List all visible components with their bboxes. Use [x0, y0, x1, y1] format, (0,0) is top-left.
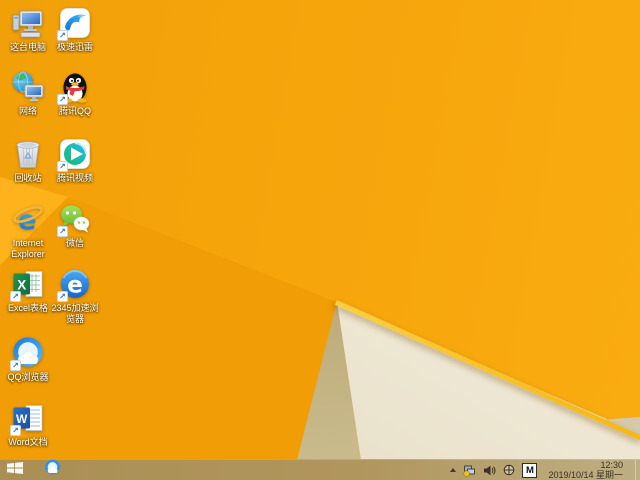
crosshair-tray-icon[interactable]: [503, 464, 515, 476]
qq-browser-icon: ↗: [10, 336, 45, 371]
svg-text:e: e: [67, 273, 83, 299]
system-tray: M 12:30 2019/10/14 星期一: [450, 460, 640, 480]
desktop-icon-word[interactable]: W ↗ Word文档: [5, 401, 51, 448]
excel-icon: X ↗: [10, 267, 45, 302]
volume-icon[interactable]: [483, 464, 496, 477]
network-icon: [11, 70, 45, 104]
desktop-icon-label: QQ浏览器: [7, 372, 49, 382]
desktop-icon-qq-browser[interactable]: ↗ QQ浏览器: [5, 336, 51, 383]
shortcut-arrow-icon: ↗: [57, 94, 68, 105]
windows-logo-icon: [7, 461, 23, 479]
desktop-screen: 这台电脑 ↗ 极速迅雷 网络 ↗ 腾讯QQ 回收站 ↗ 腾讯视频 e Inter…: [0, 0, 640, 480]
start-button[interactable]: [0, 460, 30, 480]
shortcut-arrow-icon: ↗: [10, 291, 21, 302]
desktop-icon-label: Word文档: [8, 437, 48, 447]
desktop-icon-label: 网络: [18, 106, 37, 116]
word-icon: W ↗: [10, 401, 45, 436]
recycle-bin-icon: [11, 137, 45, 171]
wechat-icon: ↗: [57, 202, 92, 237]
desktop-icon-tencent-video[interactable]: ↗ 腾讯视频: [52, 137, 98, 184]
qq-penguin-icon: ↗: [57, 70, 92, 105]
desktop-icon-label: 微信: [65, 238, 84, 248]
desktop-icon-label: 腾讯视频: [56, 173, 93, 183]
clock-date: 2019/10/14 星期一: [548, 470, 623, 480]
show-hidden-icons-arrow[interactable]: [450, 468, 457, 472]
internet-explorer-icon: e: [11, 202, 45, 236]
desktop-icon-label: Excel表格: [7, 303, 48, 313]
desktop-icon-label: 2345加速浏览器: [51, 303, 99, 324]
taskbar: M 12:30 2019/10/14 星期一: [0, 459, 640, 480]
2345-browser-icon: e ↗: [57, 267, 92, 302]
desktop-icon-xunlei[interactable]: ↗ 极速迅雷: [52, 6, 98, 53]
shortcut-arrow-icon: ↗: [10, 425, 21, 436]
desktop-icon-label: Internet Explorer: [11, 238, 45, 259]
show-desktop-button[interactable]: [635, 460, 640, 480]
this-pc-icon: [11, 6, 45, 40]
desktop-icon-2345-browser[interactable]: e ↗ 2345加速浏览器: [51, 267, 99, 325]
desktop-icon-internet-explorer[interactable]: e Internet Explorer: [5, 202, 51, 260]
network-status-icon[interactable]: [463, 464, 476, 477]
ime-indicator[interactable]: M: [522, 462, 538, 478]
desktop-icon-network[interactable]: 网络: [5, 70, 51, 117]
shortcut-arrow-icon: ↗: [57, 30, 68, 41]
xunlei-thunder-icon: ↗: [57, 6, 92, 41]
tencent-video-icon: ↗: [57, 137, 92, 172]
taskbar-qq-browser-button[interactable]: [38, 459, 66, 480]
shortcut-arrow-icon: ↗: [10, 360, 21, 371]
desktop-icon-label: 极速迅雷: [56, 42, 93, 52]
svg-text:W: W: [16, 412, 28, 426]
desktop-icon-label: 腾讯QQ: [58, 106, 91, 116]
shortcut-arrow-icon: ↗: [57, 161, 68, 172]
shortcut-arrow-icon: ↗: [57, 291, 68, 302]
desktop-icon-tencent-qq[interactable]: ↗ 腾讯QQ: [52, 70, 98, 117]
desktop-icon-this-pc[interactable]: 这台电脑: [5, 6, 51, 53]
desktop-icon-label: 回收站: [14, 173, 42, 183]
taskbar-clock[interactable]: 12:30 2019/10/14 星期一: [548, 460, 623, 480]
desktop-icon-excel[interactable]: X ↗ Excel表格: [5, 267, 51, 314]
shortcut-arrow-icon: ↗: [57, 226, 68, 237]
desktop-icon-recycle-bin[interactable]: 回收站: [5, 137, 51, 184]
desktop-icon-wechat[interactable]: ↗ 微信: [52, 202, 98, 249]
desktop-icon-label: 这台电脑: [9, 42, 46, 52]
clock-time: 12:30: [600, 460, 623, 470]
qq-browser-taskbar-icon: [44, 459, 61, 480]
